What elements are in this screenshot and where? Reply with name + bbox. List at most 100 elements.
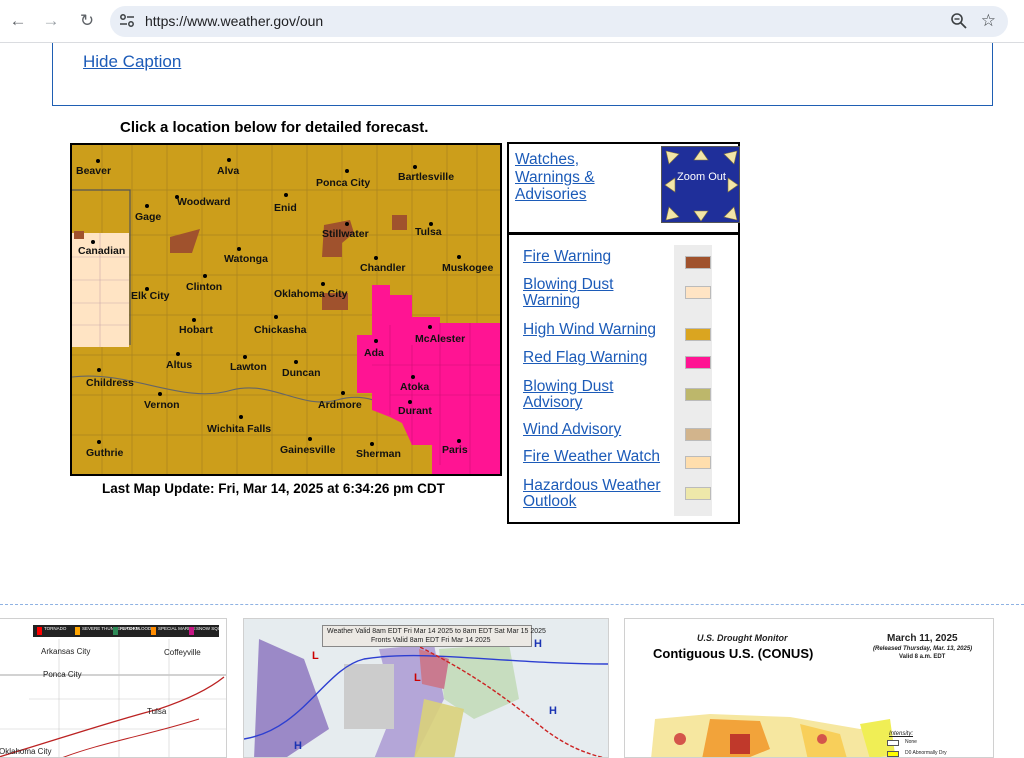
city-label[interactable]: Duncan xyxy=(282,367,321,379)
city-label[interactable]: Chickasha xyxy=(254,324,307,336)
city-marker-dot[interactable] xyxy=(411,375,415,379)
city-marker-dot[interactable] xyxy=(413,165,417,169)
city-marker-dot[interactable] xyxy=(308,437,312,441)
city-marker-dot[interactable] xyxy=(345,169,349,173)
city-label[interactable]: Durant xyxy=(398,405,432,417)
city-label[interactable]: Childress xyxy=(86,377,134,389)
city-label[interactable]: Atoka xyxy=(400,381,429,393)
city-label[interactable]: Altus xyxy=(166,359,192,371)
city-marker-dot[interactable] xyxy=(321,282,325,286)
city-marker-dot[interactable] xyxy=(192,318,196,322)
hazard-city-label: Arkansas City xyxy=(41,647,91,656)
site-settings-icon[interactable] xyxy=(118,12,136,30)
legend-link[interactable]: Fire Warning xyxy=(523,249,673,265)
city-marker-dot[interactable] xyxy=(457,255,461,259)
surface-forecast-thumbnail[interactable]: L L H H H Weather Valid 8am EDT Fri Mar … xyxy=(243,618,609,758)
city-label[interactable]: Muskogee xyxy=(442,262,493,274)
legend-swatch xyxy=(685,388,711,401)
city-label[interactable]: Stillwater xyxy=(322,228,369,240)
drought-map-shapes xyxy=(651,714,895,757)
legend-link[interactable]: Blowing Dust Advisory xyxy=(523,379,673,411)
city-marker-dot[interactable] xyxy=(96,159,100,163)
legend-link[interactable]: Blowing Dust Warning xyxy=(523,277,673,309)
city-label[interactable]: Alva xyxy=(217,165,239,177)
address-bar[interactable]: https://www.weather.gov/oun ☆ xyxy=(110,6,1008,37)
city-marker-dot[interactable] xyxy=(341,391,345,395)
legend-swatch xyxy=(685,286,711,299)
legend-link[interactable]: High Wind Warning xyxy=(523,322,673,338)
city-marker-dot[interactable] xyxy=(227,158,231,162)
city-marker-dot[interactable] xyxy=(158,392,162,396)
city-label[interactable]: Oklahoma City xyxy=(274,288,348,300)
city-marker-dot[interactable] xyxy=(345,222,349,226)
svg-text:H: H xyxy=(294,740,302,752)
city-label[interactable]: Canadian xyxy=(78,245,125,257)
drought-monitor-thumbnail[interactable]: U.S. Drought Monitor Contiguous U.S. (CO… xyxy=(624,618,994,758)
city-marker-dot[interactable] xyxy=(370,442,374,446)
city-label[interactable]: Paris xyxy=(442,444,468,456)
city-label[interactable]: Chandler xyxy=(360,262,406,274)
hazard-legend-label: TORNADO xyxy=(44,626,67,631)
city-marker-dot[interactable] xyxy=(237,247,241,251)
city-label[interactable]: McAlester xyxy=(415,333,465,345)
city-label[interactable]: Woodward xyxy=(177,196,230,208)
city-label[interactable]: Ponca City xyxy=(316,177,370,189)
city-label[interactable]: Wichita Falls xyxy=(207,423,271,435)
watches-warnings-advisories-link[interactable]: Watches, Warnings & Advisories xyxy=(515,151,635,204)
watches-panel: Watches, Warnings & Advisories Zoom Out xyxy=(507,142,740,234)
city-marker-dot[interactable] xyxy=(284,193,288,197)
legend-panel: Fire Warning Blowing Dust Warning High Win… xyxy=(507,233,740,524)
city-marker-dot[interactable] xyxy=(176,352,180,356)
city-label[interactable]: Clinton xyxy=(186,281,222,293)
city-marker-dot[interactable] xyxy=(91,240,95,244)
city-marker-dot[interactable] xyxy=(374,256,378,260)
hazard-city-label: Ponca City xyxy=(43,670,82,679)
city-marker-dot[interactable] xyxy=(294,360,298,364)
city-label[interactable]: Gage xyxy=(135,211,161,223)
city-label[interactable]: Enid xyxy=(274,202,297,214)
city-label[interactable]: Beaver xyxy=(76,165,111,177)
city-marker-dot[interactable] xyxy=(239,415,243,419)
city-marker-dot[interactable] xyxy=(97,440,101,444)
city-label[interactable]: Watonga xyxy=(224,253,268,265)
hazard-city-label: Oklahoma City xyxy=(0,747,52,756)
city-label[interactable]: Guthrie xyxy=(86,447,123,459)
zoom-out-button[interactable]: Zoom Out xyxy=(661,146,740,223)
city-marker-dot[interactable] xyxy=(243,355,247,359)
city-label[interactable]: Ada xyxy=(364,347,384,359)
city-marker-dot[interactable] xyxy=(428,325,432,329)
hazard-legend-label: SNOW SQUALL xyxy=(196,626,227,631)
legend-link[interactable]: Hazardous Weather Outlook xyxy=(523,478,673,510)
hazards-thumbnail[interactable]: TORNADO SEVERE THUNDERSTORM FLASH FLOOD SPE… xyxy=(0,618,227,758)
city-marker-dot[interactable] xyxy=(374,339,378,343)
url-text[interactable]: https://www.weather.gov/oun xyxy=(145,13,323,29)
legend-link[interactable]: Red Flag Warning xyxy=(523,350,673,366)
city-label[interactable]: Sherman xyxy=(356,448,401,460)
city-label[interactable]: Ardmore xyxy=(318,399,362,411)
hide-caption-link[interactable]: Hide Caption xyxy=(83,52,181,72)
legend-link[interactable]: Wind Advisory xyxy=(523,422,673,438)
city-label[interactable]: Lawton xyxy=(230,361,267,373)
drought-none-swatch xyxy=(887,740,899,746)
surface-header-1: Weather Valid 8am EDT Fri Mar 14 2025 to… xyxy=(327,628,546,635)
city-marker-dot[interactable] xyxy=(145,204,149,208)
legend-link[interactable]: Fire Weather Watch xyxy=(523,449,673,465)
city-marker-dot[interactable] xyxy=(457,439,461,443)
city-marker-dot[interactable] xyxy=(274,315,278,319)
zoom-icon[interactable] xyxy=(950,12,968,30)
city-label[interactable]: Vernon xyxy=(144,399,180,411)
drought-level-none: None xyxy=(905,739,917,745)
city-label[interactable]: Bartlesville xyxy=(398,171,454,183)
back-arrow-icon[interactable]: ← xyxy=(5,8,31,34)
city-marker-dot[interactable] xyxy=(408,400,412,404)
bookmark-star-icon[interactable]: ☆ xyxy=(981,10,996,32)
city-marker-dot[interactable] xyxy=(97,368,101,372)
hazard-map[interactable]: Beaver Alva Ponca City Bartlesville Woodward… xyxy=(70,143,502,476)
city-label[interactable]: Elk City xyxy=(131,290,170,302)
city-label[interactable]: Tulsa xyxy=(415,226,442,238)
city-label[interactable]: Gainesville xyxy=(280,444,335,456)
city-label[interactable]: Hobart xyxy=(179,324,213,336)
reload-icon[interactable]: ↻ xyxy=(74,8,100,34)
forward-arrow-icon[interactable]: → xyxy=(38,8,64,34)
city-marker-dot[interactable] xyxy=(203,274,207,278)
